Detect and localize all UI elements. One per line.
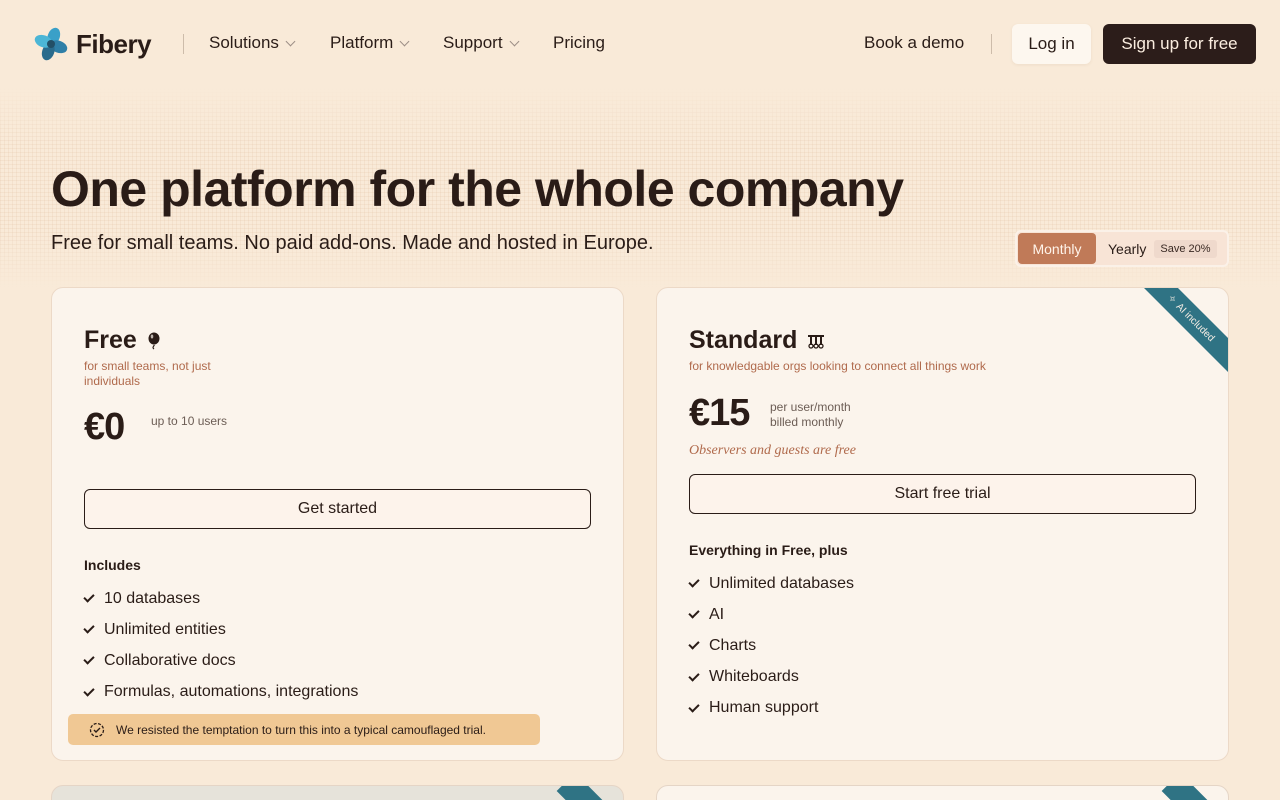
feature-item: AI	[688, 599, 854, 630]
check-icon	[83, 591, 95, 603]
check-icon	[688, 669, 700, 682]
page-title: One platform for the whole company	[51, 161, 904, 217]
save-badge: Save 20%	[1154, 239, 1217, 258]
plan-description: for small teams, not just individuals	[84, 359, 211, 388]
nav-solutions-label: Solutions	[209, 33, 279, 52]
fibery-logo-icon	[34, 27, 68, 61]
top-nav: Fibery Solutions Platform Support Pricin…	[0, 0, 1280, 88]
plan-price-note: up to 10 users	[151, 414, 228, 428]
feature-label: 10 databases	[104, 589, 201, 607]
start-free-trial-button[interactable]: Start free trial	[689, 474, 1196, 514]
book-demo-link[interactable]: Book a demo	[864, 33, 964, 53]
plan-card-free: Free for small teams, not just individua…	[51, 287, 624, 761]
feature-item: 10 databases	[83, 583, 358, 614]
nav-pricing[interactable]: Pricing	[553, 33, 605, 53]
balloon-icon	[148, 332, 160, 349]
feature-item: Formulas, automations, integrations	[83, 677, 359, 708]
plan-price: €0	[84, 406, 125, 448]
nav-platform-label: Platform	[330, 33, 394, 52]
feature-label: Unlimited databases	[709, 574, 854, 592]
feature-item: Collaborative docs	[83, 645, 358, 676]
book-demo-label: Book a demo	[864, 33, 965, 52]
badge-check-icon	[89, 722, 105, 737]
chevron-down-icon	[509, 36, 519, 46]
check-icon	[688, 607, 700, 619]
plan-title: Free	[84, 326, 161, 355]
price-note-line-2: billed monthly	[770, 415, 844, 429]
plan-card-standard: ✧ AI included Standard for knowledgable …	[656, 287, 1229, 761]
check-icon	[688, 576, 700, 588]
sparkle-icon: ✧	[1165, 292, 1179, 306]
billing-yearly-label: Yearly	[1108, 240, 1147, 257]
feature-label: AI	[709, 605, 725, 623]
brand-logo[interactable]: Fibery	[32, 25, 152, 63]
plan-price-note: per user/month billed monthly	[770, 400, 851, 430]
features-heading: Everything in Free, plus	[689, 542, 848, 558]
features-list: Unlimited databases AI Charts Whiteboard…	[688, 568, 854, 724]
tools-icon	[808, 334, 825, 349]
chevron-down-icon	[399, 36, 410, 46]
billing-toggle: Monthly Yearly Save 20%	[1015, 230, 1229, 267]
features-list: 10 databases Unlimited entities Collabor…	[83, 583, 359, 708]
feature-label: Collaborative docs	[104, 651, 236, 669]
feature-label: Formulas, automations, integrations	[104, 683, 359, 701]
ribbon-label: AI included	[1173, 300, 1217, 344]
ribbon-corner	[556, 786, 604, 800]
plan-price: €15	[689, 392, 750, 434]
feature-label: Charts	[709, 636, 757, 654]
plan-description: for knowledgable orgs looking to connect…	[689, 359, 986, 373]
feature-label: Whiteboards	[709, 668, 799, 686]
feature-item: Whiteboards	[688, 662, 854, 693]
check-icon	[688, 701, 700, 713]
billing-yearly-option[interactable]: Yearly Save 20%	[1100, 233, 1217, 264]
nav-solutions[interactable]: Solutions	[209, 33, 296, 53]
nav-pricing-label: Pricing	[553, 33, 605, 52]
price-note-line-1: per user/month	[770, 400, 851, 414]
check-icon	[83, 653, 95, 666]
brand-name: Fibery	[76, 28, 152, 59]
ribbon-corner	[1161, 786, 1209, 800]
features-heading: Includes	[84, 557, 141, 573]
plan-name: Free	[84, 326, 137, 354]
check-icon	[83, 622, 95, 634]
free-plan-note-text: We resisted the temptation to turn this …	[116, 722, 486, 737]
check-icon	[688, 638, 700, 651]
nav-divider	[991, 34, 992, 54]
signup-button[interactable]: Sign up for free	[1103, 24, 1256, 64]
nav-divider	[183, 34, 184, 54]
plan-card-peek-left	[51, 785, 624, 800]
get-started-button[interactable]: Get started	[84, 489, 591, 529]
plan-title: Standard	[689, 326, 825, 355]
plan-card-peek-right	[656, 785, 1229, 800]
chevron-down-icon	[285, 36, 296, 46]
billing-monthly-option[interactable]: Monthly	[1018, 233, 1096, 264]
page-subtitle: Free for small teams. No paid add-ons. M…	[51, 232, 654, 254]
feature-label: Human support	[709, 699, 819, 717]
feature-item: Unlimited databases	[688, 568, 854, 599]
ai-included-ribbon: ✧ AI included	[1136, 288, 1228, 373]
login-button[interactable]: Log in	[1012, 24, 1091, 64]
observers-note: Observers and guests are free	[689, 443, 856, 458]
nav-support-label: Support	[443, 33, 503, 52]
nav-support[interactable]: Support	[443, 33, 519, 53]
feature-label: Unlimited entities	[104, 620, 226, 638]
feature-item: Unlimited entities	[83, 614, 358, 645]
plan-name: Standard	[689, 326, 798, 354]
feature-item: Charts	[688, 630, 854, 661]
free-plan-note: We resisted the temptation to turn this …	[68, 714, 540, 745]
feature-item: Human support	[688, 693, 854, 724]
nav-platform[interactable]: Platform	[330, 33, 410, 53]
check-icon	[83, 684, 95, 697]
